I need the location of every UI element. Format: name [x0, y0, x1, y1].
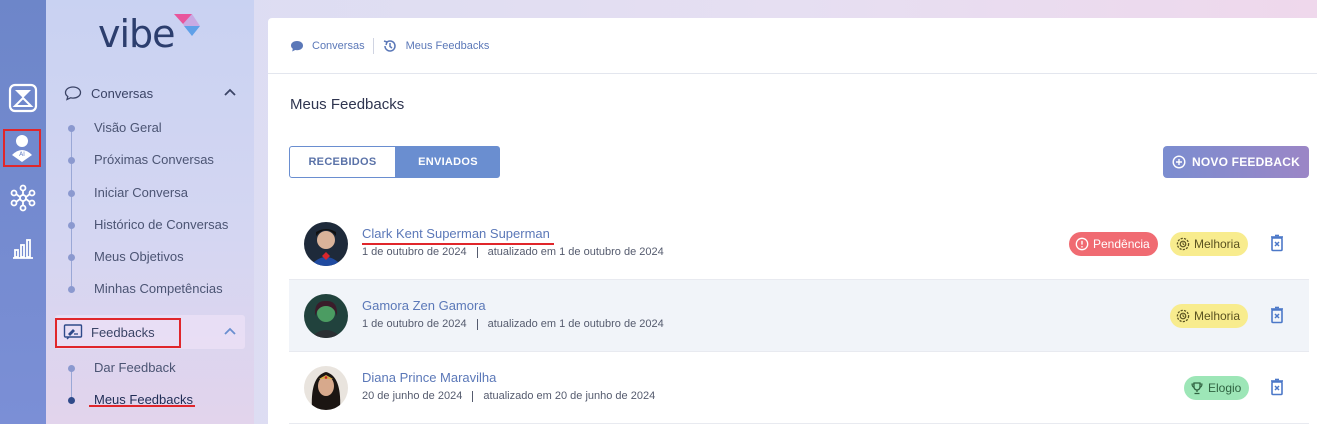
menu-bullet	[68, 222, 75, 229]
sidebar-item-meus-objetivos[interactable]: Meus Objetivos	[46, 246, 246, 268]
highlight-underline	[362, 243, 554, 245]
network-icon[interactable]	[7, 182, 39, 214]
new-feedback-button[interactable]: NOVO FEEDBACK	[1163, 146, 1309, 178]
status-badge-elogio: Elogio	[1184, 376, 1250, 400]
vibe-logo[interactable]: vibe	[98, 10, 208, 56]
icon-rail: AI	[0, 0, 46, 424]
sidebar-item-proximas-conversas[interactable]: Próximas Conversas	[46, 149, 246, 171]
menu-bullet	[68, 125, 75, 132]
tab-group: RECEBIDOS ENVIADOS	[289, 146, 500, 178]
list-item[interactable]: Clark Kent Superman Superman 1 de outubr…	[289, 208, 1309, 280]
person-name[interactable]: Diana Prince Maravilha	[362, 370, 496, 385]
list-item[interactable]: Gamora Zen Gamora 1 de outubro de 2024 a…	[289, 280, 1309, 352]
page-title: Meus Feedbacks	[290, 96, 405, 113]
gear-icon	[1176, 309, 1190, 323]
sidebar-item-historico-conversas[interactable]: Histórico de Conversas	[46, 214, 246, 236]
history-icon	[383, 40, 396, 52]
sidebar-group-conversas[interactable]: Conversas	[55, 76, 245, 110]
avatar	[304, 366, 348, 410]
delete-icon[interactable]	[1269, 306, 1285, 324]
breadcrumb-separator	[372, 38, 374, 54]
sidebar-item-label: Dar Feedback	[94, 360, 176, 375]
list-item[interactable]: Diana Prince Maravilha 20 de junho de 20…	[289, 352, 1309, 424]
sidebar-item-minhas-competencias[interactable]: Minhas Competências	[46, 278, 246, 300]
sidebar-item-visao-geral[interactable]: Visão Geral	[46, 117, 246, 139]
sidebar-item-label: Meus Objetivos	[94, 249, 184, 264]
date-separator	[476, 318, 478, 330]
menu-bullet	[68, 286, 75, 293]
created-date: 1 de outubro de 2024	[362, 246, 467, 258]
delete-icon[interactable]	[1269, 234, 1285, 252]
menu-bullet	[68, 190, 75, 197]
logo-text: vibe	[98, 12, 176, 56]
chevron-up-icon[interactable]	[223, 324, 237, 338]
ai-user-icon[interactable]: AI	[3, 129, 41, 167]
chevron-up-icon[interactable]	[223, 85, 237, 99]
chat-bubble-icon	[291, 40, 303, 51]
created-date: 1 de outubro de 2024	[362, 318, 467, 330]
sidebar-item-dar-feedback[interactable]: Dar Feedback	[46, 357, 246, 379]
sidebar-item-label: Próximas Conversas	[94, 152, 214, 167]
status-badge-melhoria: Melhoria	[1170, 232, 1249, 256]
breadcrumb: Conversas Meus Feedbacks	[290, 36, 489, 56]
sidebar-item-label: Visão Geral	[94, 120, 162, 135]
feedback-dates: 1 de outubro de 2024 atualizado em 1 de …	[362, 318, 664, 330]
person-name[interactable]: Clark Kent Superman Superman	[362, 226, 550, 241]
sidebar-group-label: Conversas	[91, 85, 154, 101]
side-menu: vibe Conversas Visão Geral Próximas Conv…	[46, 0, 254, 424]
menu-bullet-active	[68, 397, 75, 404]
feedback-dates: 20 de junho de 2024 atualizado em 20 de …	[362, 390, 655, 402]
badge-label: Melhoria	[1194, 309, 1241, 323]
new-feedback-label: NOVO FEEDBACK	[1192, 155, 1300, 169]
date-separator	[472, 390, 474, 402]
plus-circle-icon	[1172, 155, 1186, 169]
updated-date: atualizado em 1 de outubro de 2024	[487, 246, 664, 258]
feedback-dates: 1 de outubro de 2024 atualizado em 1 de …	[362, 246, 664, 258]
date-separator	[476, 246, 478, 258]
delete-icon[interactable]	[1269, 378, 1285, 396]
breadcrumb-item-meus-feedbacks[interactable]: Meus Feedbacks	[382, 38, 490, 54]
badge-label: Elogio	[1208, 381, 1242, 395]
menu-bullet	[68, 365, 75, 372]
breadcrumb-label: Meus Feedbacks	[405, 40, 490, 52]
updated-date: atualizado em 1 de outubro de 2024	[487, 318, 664, 330]
breadcrumb-label: Conversas	[312, 40, 365, 52]
created-date: 20 de junho de 2024	[362, 390, 463, 402]
badge-label: Melhoria	[1194, 237, 1241, 251]
highlight-box	[55, 318, 181, 348]
status-badge-pendencia: Pendência	[1069, 232, 1158, 256]
sidebar-item-meus-feedbacks[interactable]: Meus Feedbacks	[46, 389, 246, 411]
gear-icon	[1176, 237, 1190, 251]
sidebar-item-label: Minhas Competências	[94, 281, 223, 296]
chat-bubble-icon	[63, 83, 83, 103]
hourglass-logo-icon[interactable]	[7, 82, 39, 114]
sidebar-item-iniciar-conversa[interactable]: Iniciar Conversa	[46, 182, 246, 204]
avatar	[304, 222, 348, 266]
tab-recebidos[interactable]: RECEBIDOS	[289, 146, 396, 178]
main-panel: Conversas Meus Feedbacks Meus Feedbacks …	[268, 18, 1317, 424]
breadcrumb-item-conversas[interactable]: Conversas	[290, 40, 365, 53]
avatar	[304, 294, 348, 338]
sidebar-item-label: Histórico de Conversas	[94, 217, 229, 232]
svg-text:AI: AI	[19, 151, 25, 158]
status-badge-melhoria: Melhoria	[1170, 304, 1249, 328]
person-name[interactable]: Gamora Zen Gamora	[362, 298, 486, 313]
trophy-icon	[1191, 382, 1203, 395]
badge-label: Pendência	[1093, 237, 1150, 251]
bar-chart-icon[interactable]	[7, 232, 39, 264]
menu-bullet	[68, 254, 75, 261]
menu-bullet	[68, 157, 75, 164]
logo-mark-icon	[174, 14, 200, 36]
alert-circle-icon	[1075, 237, 1089, 251]
header-divider	[268, 73, 1317, 74]
feedback-list: Clark Kent Superman Superman 1 de outubr…	[289, 208, 1309, 424]
sidebar-item-label: Iniciar Conversa	[94, 185, 188, 200]
tab-enviados[interactable]: ENVIADOS	[396, 146, 500, 178]
updated-date: atualizado em 20 de junho de 2024	[483, 390, 656, 402]
highlight-underline	[89, 405, 195, 407]
